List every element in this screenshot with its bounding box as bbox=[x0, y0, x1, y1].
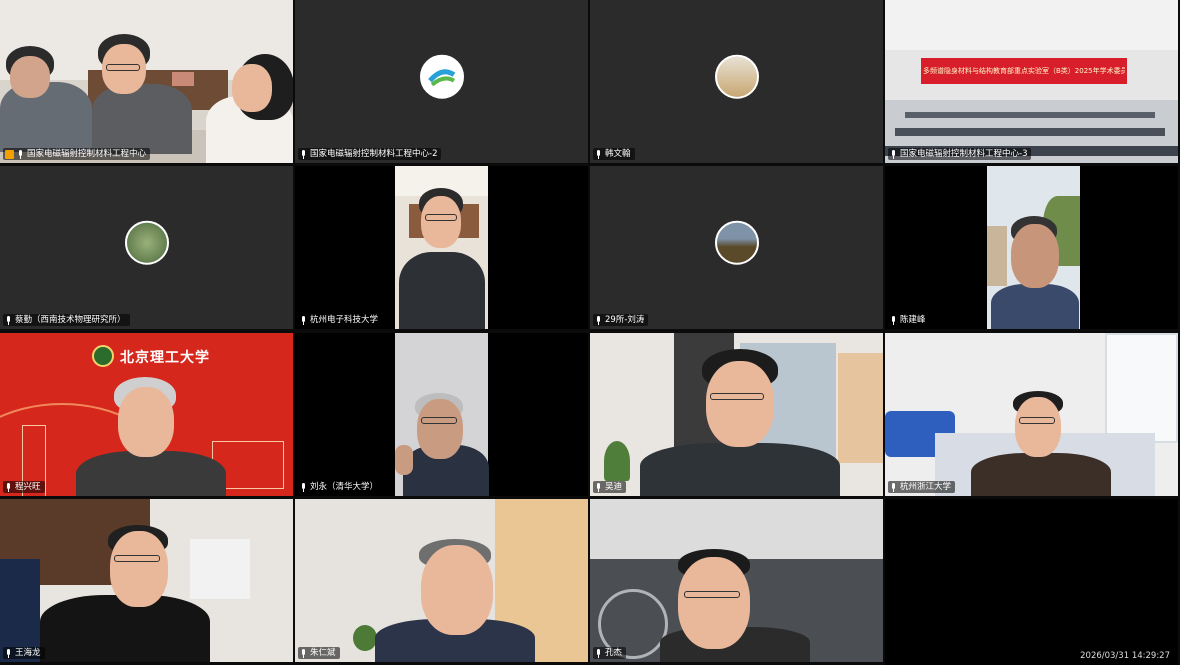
microphone-icon bbox=[892, 482, 895, 492]
participant-name-tag: 程兴旺 bbox=[3, 481, 45, 493]
participant-grid: 国家电磁辐射控制材料工程中心 国家电磁辐射控制材料工程中心-2 韩文翰 多频谱隐… bbox=[0, 0, 1180, 665]
video-tile-1[interactable]: 国家电磁辐射控制材料工程中心 bbox=[0, 0, 293, 163]
participant-name-tag: 朱仁斌 bbox=[298, 647, 340, 659]
microphone-icon bbox=[302, 315, 305, 325]
microphone-icon bbox=[597, 315, 600, 325]
timestamp: 2026/03/31 14:29:27 bbox=[1080, 651, 1170, 661]
university-logo-text: 北京理工大学 bbox=[120, 350, 210, 366]
avatar bbox=[714, 54, 759, 99]
participant-video bbox=[0, 499, 293, 662]
participant-name: 杭州浙江大学 bbox=[900, 482, 952, 492]
conference-hall-video: 多频谱隐身材料与结构教育部重点实验室（B类）2025年学术委员会会议 bbox=[885, 0, 1178, 163]
participant-name-tag: 王海龙 bbox=[3, 647, 45, 659]
microphone-icon bbox=[7, 482, 10, 492]
video-tile-9[interactable]: 北京理工大学 程兴旺 bbox=[0, 333, 293, 496]
participant-name: 国家电磁辐射控制材料工程中心-3 bbox=[900, 149, 1028, 159]
participant-video bbox=[590, 333, 883, 496]
video-tile-7[interactable]: 29所-刘涛 bbox=[590, 166, 883, 329]
participant-name: 王海龙 bbox=[15, 648, 41, 658]
participant-video bbox=[295, 499, 588, 662]
avatar bbox=[714, 220, 759, 265]
university-logo-icon bbox=[92, 345, 114, 367]
microphone-icon bbox=[19, 149, 22, 159]
participant-name: 陈建峰 bbox=[900, 315, 926, 325]
participant-name-tag: 国家电磁辐射控制材料工程中心-3 bbox=[888, 148, 1032, 160]
participant-name: 刘永（清华大学） bbox=[310, 482, 379, 492]
microphone-icon bbox=[892, 149, 895, 159]
participant-video bbox=[395, 333, 489, 496]
participant-name: 程兴旺 bbox=[15, 482, 41, 492]
video-tile-5[interactable]: 蔡勤（西南技术物理研究所） bbox=[0, 166, 293, 329]
meeting-room-video bbox=[0, 0, 293, 163]
microphone-icon bbox=[597, 482, 600, 492]
video-tile-15[interactable]: 孔杰 bbox=[590, 499, 883, 662]
video-tile-2[interactable]: 国家电磁辐射控制材料工程中心-2 bbox=[295, 0, 588, 163]
microphone-icon bbox=[302, 149, 305, 159]
video-tile-14[interactable]: 朱仁斌 bbox=[295, 499, 588, 662]
participant-name: 杭州电子科技大学 bbox=[310, 315, 379, 325]
participant-video bbox=[885, 333, 1178, 496]
participant-name-tag: 蔡勤（西南技术物理研究所） bbox=[3, 314, 130, 326]
meeting-banner: 多频谱隐身材料与结构教育部重点实验室（B类）2025年学术委员会会议 bbox=[923, 67, 1125, 75]
participant-name: 29所-刘涛 bbox=[605, 315, 645, 325]
participant-name-tag: 孔杰 bbox=[593, 647, 627, 659]
participant-name: 国家电磁辐射控制材料工程中心 bbox=[27, 149, 147, 159]
participant-video bbox=[987, 166, 1080, 329]
empty-tile: 2026/03/31 14:29:27 bbox=[885, 499, 1178, 665]
video-tile-4[interactable]: 多频谱隐身材料与结构教育部重点实验室（B类）2025年学术委员会会议 国家电磁辐… bbox=[885, 0, 1178, 163]
participant-name-tag: 韩文翰 bbox=[593, 148, 635, 160]
participant-name: 孔杰 bbox=[605, 648, 623, 658]
participant-name: 朱仁斌 bbox=[310, 648, 336, 658]
microphone-icon bbox=[597, 648, 600, 658]
video-tile-11[interactable]: 吴迪 bbox=[590, 333, 883, 496]
microphone-icon bbox=[892, 315, 895, 325]
participant-name: 吴迪 bbox=[605, 482, 623, 492]
participant-name: 国家电磁辐射控制材料工程中心-2 bbox=[310, 149, 438, 159]
participant-video: 北京理工大学 bbox=[0, 333, 293, 496]
avatar bbox=[419, 54, 464, 99]
screen-share-icon bbox=[5, 149, 14, 159]
video-tile-12[interactable]: 杭州浙江大学 bbox=[885, 333, 1178, 496]
participant-video bbox=[395, 166, 488, 329]
video-tile-6[interactable]: 杭州电子科技大学 bbox=[295, 166, 588, 329]
video-conference-gallery: { "participants": [ {"name": "国家电磁辐射控制材料… bbox=[0, 0, 1180, 665]
avatar bbox=[124, 220, 169, 265]
participant-name-tag: 杭州浙江大学 bbox=[888, 481, 956, 493]
participant-name: 韩文翰 bbox=[605, 149, 631, 159]
microphone-icon bbox=[302, 482, 305, 492]
video-tile-10[interactable]: 刘永（清华大学） bbox=[295, 333, 588, 496]
video-tile-3[interactable]: 韩文翰 bbox=[590, 0, 883, 163]
participant-name-tag: 国家电磁辐射控制材料工程中心-2 bbox=[298, 148, 442, 160]
participant-name-tag: 杭州电子科技大学 bbox=[298, 314, 383, 326]
participant-video bbox=[590, 499, 883, 662]
microphone-icon bbox=[7, 315, 10, 325]
participant-name-tag: 吴迪 bbox=[593, 481, 627, 493]
microphone-icon bbox=[302, 648, 305, 658]
participant-name-tag: 国家电磁辐射控制材料工程中心 bbox=[3, 148, 151, 160]
participant-name: 蔡勤（西南技术物理研究所） bbox=[15, 315, 126, 325]
video-tile-13[interactable]: 王海龙 bbox=[0, 499, 293, 662]
microphone-icon bbox=[597, 149, 600, 159]
microphone-icon bbox=[7, 648, 10, 658]
participant-name-tag: 陈建峰 bbox=[888, 314, 930, 326]
participant-name-tag: 刘永（清华大学） bbox=[298, 481, 383, 493]
participant-name-tag: 29所-刘涛 bbox=[593, 314, 649, 326]
video-tile-8[interactable]: 陈建峰 bbox=[885, 166, 1178, 329]
